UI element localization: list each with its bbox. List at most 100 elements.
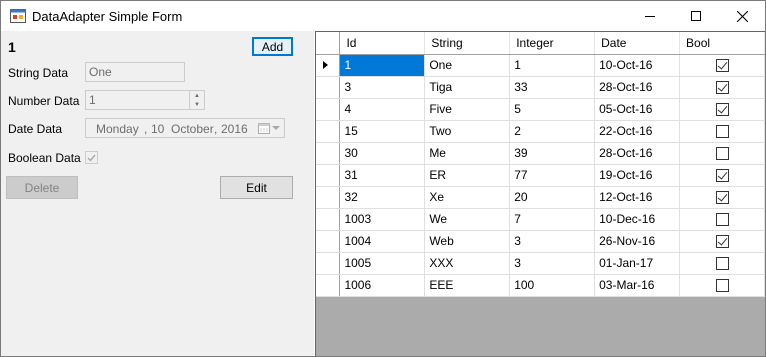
row-header[interactable]: [316, 252, 341, 275]
cell-integer[interactable]: 39: [509, 142, 596, 165]
cell-id[interactable]: 1: [339, 54, 426, 77]
cell-id[interactable]: 15: [339, 120, 426, 143]
minimize-button[interactable]: [627, 1, 673, 31]
cell-date[interactable]: 10-Oct-16: [594, 54, 681, 77]
cell-bool[interactable]: [679, 120, 765, 143]
bool-checkbox[interactable]: [715, 279, 729, 293]
bool-checkbox[interactable]: [715, 125, 729, 139]
column-header-string[interactable]: String: [424, 32, 511, 55]
bool-checkbox[interactable]: [715, 257, 729, 271]
cell-id[interactable]: 32: [339, 186, 426, 209]
delete-button[interactable]: Delete: [6, 176, 78, 199]
cell-id[interactable]: 1006: [339, 274, 426, 297]
column-header-id[interactable]: Id: [339, 32, 426, 55]
cell-date[interactable]: 05-Oct-16: [594, 98, 681, 121]
row-header[interactable]: [316, 76, 341, 99]
cell-string[interactable]: Two: [424, 120, 511, 143]
cell-bool[interactable]: [679, 54, 765, 77]
grid-corner-header[interactable]: [316, 32, 341, 55]
string-data-input[interactable]: One: [85, 62, 185, 82]
cell-id[interactable]: 30: [339, 142, 426, 165]
row-header[interactable]: [316, 120, 341, 143]
bool-checkbox[interactable]: [715, 213, 729, 227]
cell-integer[interactable]: 20: [509, 186, 596, 209]
cell-integer[interactable]: 2: [509, 120, 596, 143]
row-header[interactable]: [316, 208, 341, 231]
bool-checkbox[interactable]: [715, 235, 729, 249]
cell-bool[interactable]: [679, 76, 765, 99]
cell-bool[interactable]: [679, 252, 765, 275]
cell-integer[interactable]: 7: [509, 208, 596, 231]
cell-string[interactable]: ER: [424, 164, 511, 187]
bool-checkbox[interactable]: [715, 59, 729, 73]
column-header-integer[interactable]: Integer: [509, 32, 596, 55]
cell-integer[interactable]: 77: [509, 164, 596, 187]
cell-string[interactable]: Tiga: [424, 76, 511, 99]
calendar-dropdown-button[interactable]: [258, 121, 282, 135]
bool-checkbox[interactable]: [715, 147, 729, 161]
boolean-data-checkbox[interactable]: [85, 151, 98, 164]
date-data-picker[interactable]: Monday , 10 October , 2016: [85, 118, 285, 138]
row-header[interactable]: [316, 164, 341, 187]
table-row[interactable]: 4 Five 5 05-Oct-16: [316, 98, 765, 121]
spin-up-icon[interactable]: ▲: [190, 91, 204, 100]
cell-date[interactable]: 28-Oct-16: [594, 142, 681, 165]
bool-checkbox[interactable]: [715, 103, 729, 117]
close-button[interactable]: [719, 1, 765, 31]
cell-string[interactable]: Five: [424, 98, 511, 121]
cell-string[interactable]: XXX: [424, 252, 511, 275]
column-header-date[interactable]: Date: [594, 32, 681, 55]
cell-bool[interactable]: [679, 230, 765, 253]
cell-string[interactable]: Xe: [424, 186, 511, 209]
cell-id[interactable]: 4: [339, 98, 426, 121]
row-header[interactable]: [316, 186, 341, 209]
cell-integer[interactable]: 1: [509, 54, 596, 77]
cell-string[interactable]: We: [424, 208, 511, 231]
cell-bool[interactable]: [679, 274, 765, 297]
cell-bool[interactable]: [679, 208, 765, 231]
row-header[interactable]: [316, 54, 341, 77]
row-header[interactable]: [316, 274, 341, 297]
bool-checkbox[interactable]: [715, 169, 729, 183]
spin-down-icon[interactable]: ▼: [190, 100, 204, 109]
data-grid[interactable]: Id String Integer Date Bool 1 One 1 10-Oct-…: [315, 31, 765, 356]
cell-bool[interactable]: [679, 142, 765, 165]
cell-string[interactable]: EEE: [424, 274, 511, 297]
table-row[interactable]: 1005 XXX 3 01-Jan-17: [316, 252, 765, 275]
cell-id[interactable]: 31: [339, 164, 426, 187]
cell-id[interactable]: 1004: [339, 230, 426, 253]
add-button[interactable]: Add: [252, 37, 293, 56]
row-header[interactable]: [316, 230, 341, 253]
cell-integer[interactable]: 100: [509, 274, 596, 297]
column-header-bool[interactable]: Bool: [679, 32, 765, 55]
table-row[interactable]: 1004 Web 3 26-Nov-16: [316, 230, 765, 253]
cell-date[interactable]: 19-Oct-16: [594, 164, 681, 187]
cell-string[interactable]: Me: [424, 142, 511, 165]
cell-bool[interactable]: [679, 164, 765, 187]
cell-date[interactable]: 03-Mar-16: [594, 274, 681, 297]
table-row[interactable]: 3 Tiga 33 28-Oct-16: [316, 76, 765, 99]
table-row[interactable]: 31 ER 77 19-Oct-16: [316, 164, 765, 187]
table-row[interactable]: 32 Xe 20 12-Oct-16: [316, 186, 765, 209]
cell-string[interactable]: One: [424, 54, 511, 77]
table-row[interactable]: 1003 We 7 10-Dec-16: [316, 208, 765, 231]
maximize-button[interactable]: [673, 1, 719, 31]
row-header[interactable]: [316, 98, 341, 121]
cell-bool[interactable]: [679, 186, 765, 209]
cell-integer[interactable]: 3: [509, 252, 596, 275]
edit-button[interactable]: Edit: [220, 176, 293, 199]
cell-string[interactable]: Web: [424, 230, 511, 253]
cell-bool[interactable]: [679, 98, 765, 121]
table-row[interactable]: 15 Two 2 22-Oct-16: [316, 120, 765, 143]
cell-date[interactable]: 26-Nov-16: [594, 230, 681, 253]
cell-id[interactable]: 1003: [339, 208, 426, 231]
table-row[interactable]: 30 Me 39 28-Oct-16: [316, 142, 765, 165]
cell-integer[interactable]: 3: [509, 230, 596, 253]
table-row[interactable]: 1006 EEE 100 03-Mar-16: [316, 274, 765, 297]
bool-checkbox[interactable]: [715, 191, 729, 205]
bool-checkbox[interactable]: [715, 81, 729, 95]
cell-integer[interactable]: 33: [509, 76, 596, 99]
cell-integer[interactable]: 5: [509, 98, 596, 121]
cell-id[interactable]: 3: [339, 76, 426, 99]
table-row[interactable]: 1 One 1 10-Oct-16: [316, 54, 765, 77]
